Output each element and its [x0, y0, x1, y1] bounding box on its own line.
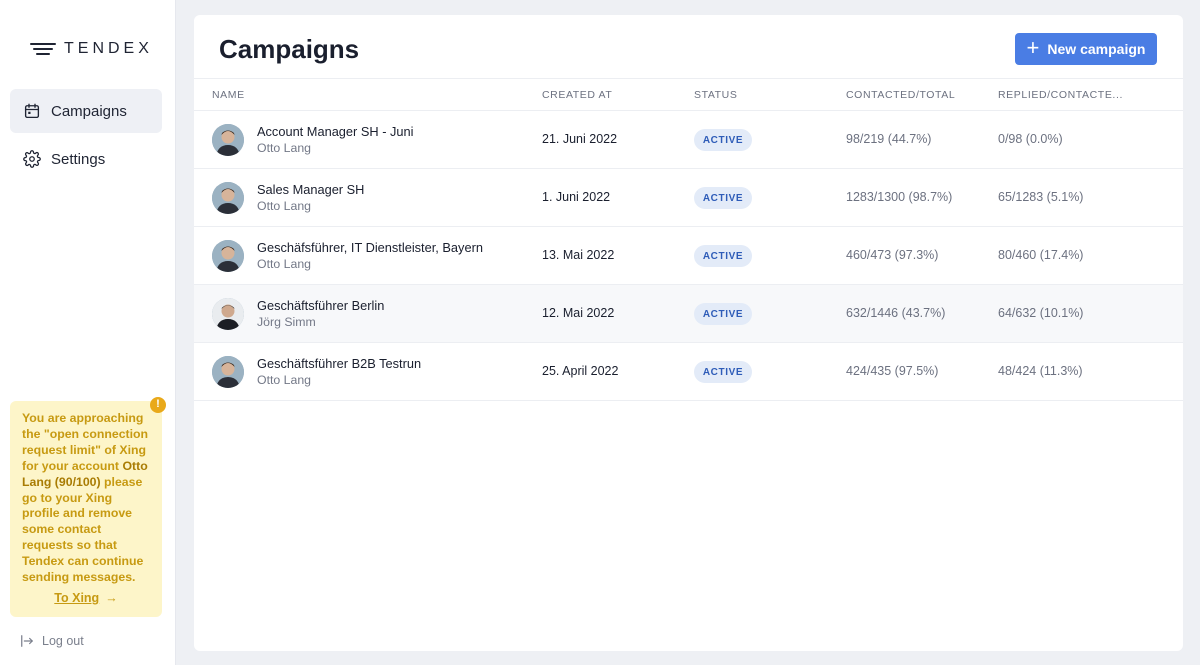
warning-message: You are approaching the "open connection…	[22, 411, 149, 585]
logout-icon	[21, 635, 33, 647]
created-at: 13. Mai 2022	[542, 248, 615, 262]
logout-button[interactable]: Log out	[20, 634, 84, 648]
table-row[interactable]: Account Manager SH - Juni Otto Lang 21. …	[194, 111, 1183, 169]
replied-contacted: 64/632 (10.1%)	[998, 306, 1084, 320]
campaign-owner: Jörg Simm	[257, 315, 316, 329]
calendar-icon	[24, 103, 40, 119]
campaign-name[interactable]: Geschäftsführer B2B Testrun	[257, 356, 421, 371]
campaign-table-body: Account Manager SH - Juni Otto Lang 21. …	[194, 111, 1183, 401]
created-at: 12. Mai 2022	[542, 306, 615, 320]
brand-logo[interactable]: TENDEX	[30, 38, 153, 60]
avatar	[212, 240, 244, 272]
column-header-status[interactable]: STATUS	[694, 89, 737, 101]
avatar	[212, 356, 244, 388]
warning-icon: !	[150, 397, 166, 413]
status-badge: ACTIVE	[694, 187, 752, 209]
contacted-total: 98/219 (44.7%)	[846, 132, 932, 146]
contacted-total: 424/435 (97.5%)	[846, 364, 939, 378]
avatar	[212, 182, 244, 214]
column-header-contacted[interactable]: CONTACTED/TOTAL	[846, 89, 955, 101]
campaigns-card: Campaigns + New campaign NAME CREATED AT…	[194, 15, 1183, 651]
plus-icon: +	[1026, 35, 1040, 60]
table-row[interactable]: Geschäftsführer B2B Testrun Otto Lang 25…	[194, 343, 1183, 401]
status-badge: ACTIVE	[694, 129, 752, 151]
column-header-replied[interactable]: REPLIED/CONTACTE...	[998, 89, 1123, 101]
campaign-name[interactable]: Account Manager SH - Juni	[257, 124, 413, 139]
status-badge: ACTIVE	[694, 361, 752, 383]
sidebar-item-campaigns[interactable]: Campaigns	[10, 89, 162, 133]
campaign-owner: Otto Lang	[257, 141, 312, 155]
table-header: NAME CREATED AT STATUS CONTACTED/TOTAL R…	[194, 78, 1183, 111]
replied-contacted: 0/98 (0.0%)	[998, 132, 1063, 146]
sidebar: TENDEX Campaigns Settings ! You are appr…	[0, 0, 175, 665]
arrow-right-icon: →	[105, 591, 118, 606]
connection-limit-warning: ! You are approaching the "open connecti…	[10, 397, 166, 617]
status-badge: ACTIVE	[694, 303, 752, 325]
table-row[interactable]: Geschäftsführer Berlin Jörg Simm 12. Mai…	[194, 285, 1183, 343]
status-badge: ACTIVE	[694, 245, 752, 267]
campaign-owner: Otto Lang	[257, 199, 312, 213]
avatar	[212, 298, 244, 330]
replied-contacted: 48/424 (11.3%)	[998, 364, 1083, 378]
campaign-name[interactable]: Geschäftsführer Berlin	[257, 298, 384, 313]
table-row[interactable]: Geschäfsführer, IT Dienstleister, Bayern…	[194, 227, 1183, 285]
sidebar-item-label: Settings	[51, 150, 106, 168]
table-row[interactable]: Sales Manager SH Otto Lang 1. Juni 2022 …	[194, 169, 1183, 227]
avatar	[212, 124, 244, 156]
contacted-total: 632/1446 (43.7%)	[846, 306, 946, 320]
campaign-name[interactable]: Sales Manager SH	[257, 182, 364, 197]
created-at: 1. Juni 2022	[542, 190, 611, 204]
logo-icon	[30, 42, 56, 56]
column-header-name[interactable]: NAME	[212, 89, 245, 101]
campaign-owner: Otto Lang	[257, 257, 312, 271]
column-header-created[interactable]: CREATED AT	[542, 89, 612, 101]
to-xing-link[interactable]: To Xing →	[10, 591, 162, 607]
brand-name: TENDEX	[64, 40, 153, 57]
contacted-total: 1283/1300 (98.7%)	[846, 190, 953, 204]
sidebar-item-label: Campaigns	[51, 102, 127, 120]
sidebar-item-settings[interactable]: Settings	[10, 137, 162, 181]
page-title: Campaigns	[219, 34, 360, 64]
gear-icon	[23, 150, 41, 168]
new-campaign-button[interactable]: + New campaign	[1015, 33, 1157, 65]
replied-contacted: 65/1283 (5.1%)	[998, 190, 1084, 204]
created-at: 25. April 2022	[542, 364, 619, 378]
created-at: 21. Juni 2022	[542, 132, 618, 146]
replied-contacted: 80/460 (17.4%)	[998, 248, 1084, 262]
campaign-owner: Otto Lang	[257, 373, 312, 387]
campaign-name[interactable]: Geschäfsführer, IT Dienstleister, Bayern	[257, 240, 483, 255]
contacted-total: 460/473 (97.3%)	[846, 248, 939, 262]
